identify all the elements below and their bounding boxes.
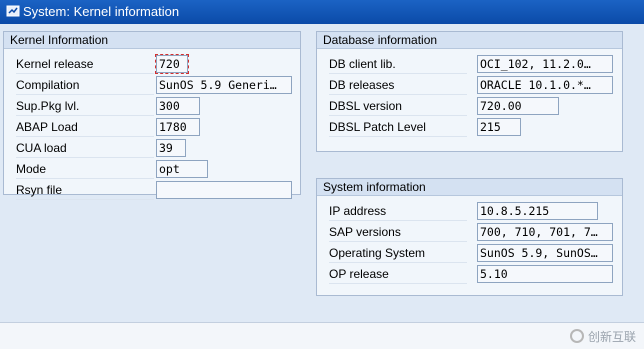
- sys-row-op-release: OP release 5.10: [317, 265, 622, 285]
- kernel-row-suppkg: Sup.Pkg lvl. 300: [4, 97, 300, 117]
- kernel-row-release: Kernel release 720: [4, 54, 300, 75]
- kernel-row-compilation: Compilation SunOS 5.9 Generi…: [4, 76, 300, 96]
- db-row-releases: DB releases ORACLE 10.1.0.*…: [317, 76, 622, 96]
- mode-label: Mode: [16, 160, 154, 179]
- sys-row-os: Operating System SunOS 5.9, SunOS…: [317, 244, 622, 264]
- dialog-footer: 创新互联: [0, 322, 644, 349]
- kernel-row-cuaload: CUA load 39: [4, 139, 300, 159]
- mode-field[interactable]: opt: [156, 160, 208, 178]
- database-info-heading: Database information: [317, 32, 622, 49]
- kernel-row-mode: Mode opt: [4, 160, 300, 180]
- database-info-group: Database information DB client lib. OCI_…: [316, 31, 623, 152]
- sys-row-sap-versions: SAP versions 700, 710, 701, 7…: [317, 223, 622, 243]
- db-row-dbsl-patch: DBSL Patch Level 215: [317, 118, 622, 138]
- sap-versions-field[interactable]: 700, 710, 701, 7…: [477, 223, 613, 241]
- system-info-group: System information IP address 10.8.5.215…: [316, 178, 623, 296]
- window-title: System: Kernel information: [23, 4, 180, 19]
- dbsl-patch-level-field[interactable]: 215: [477, 118, 521, 136]
- db-client-lib-label: DB client lib.: [329, 55, 467, 74]
- brand-text: 创新互联: [587, 329, 636, 344]
- kernel-release-field[interactable]: 720: [155, 54, 189, 74]
- sys-row-ip: IP address 10.8.5.215: [317, 202, 622, 222]
- compilation-field[interactable]: SunOS 5.9 Generi…: [156, 76, 292, 94]
- dbsl-version-label: DBSL version: [329, 97, 467, 116]
- cua-load-field[interactable]: 39: [156, 139, 186, 157]
- kernel-row-rsynfile: Rsyn file: [4, 181, 300, 201]
- compilation-label: Compilation: [16, 76, 154, 95]
- db-row-client-lib: DB client lib. OCI_102, 11.2.0…: [317, 55, 622, 75]
- dbsl-patch-level-label: DBSL Patch Level: [329, 118, 467, 137]
- db-releases-label: DB releases: [329, 76, 467, 95]
- kernel-row-abapload: ABAP Load 1780: [4, 118, 300, 138]
- cua-load-label: CUA load: [16, 139, 154, 158]
- window-titlebar: System: Kernel information: [0, 0, 644, 24]
- sap-window-icon: [6, 5, 20, 17]
- dbsl-version-field[interactable]: 720.00: [477, 97, 559, 115]
- watermark-brand: 创新互联: [569, 328, 636, 344]
- suppkg-field[interactable]: 300: [156, 97, 200, 115]
- ip-address-field[interactable]: 10.8.5.215: [477, 202, 598, 220]
- ip-address-label: IP address: [329, 202, 467, 221]
- db-releases-field[interactable]: ORACLE 10.1.0.*…: [477, 76, 613, 94]
- operating-system-label: Operating System: [329, 244, 467, 263]
- brand-logo-icon: [569, 329, 584, 343]
- rsyn-file-label: Rsyn file: [16, 181, 154, 200]
- db-row-dbsl-version: DBSL version 720.00: [317, 97, 622, 117]
- kernel-release-label: Kernel release: [16, 55, 154, 74]
- sap-versions-label: SAP versions: [329, 223, 467, 242]
- abap-load-label: ABAP Load: [16, 118, 154, 137]
- kernel-info-heading: Kernel Information: [4, 32, 300, 49]
- abap-load-field[interactable]: 1780: [156, 118, 200, 136]
- rsyn-file-field[interactable]: [156, 181, 292, 199]
- op-release-field[interactable]: 5.10: [477, 265, 613, 283]
- suppkg-label: Sup.Pkg lvl.: [16, 97, 154, 116]
- dialog-content: Kernel Information Kernel release 720 Co…: [0, 24, 644, 348]
- op-release-label: OP release: [329, 265, 467, 284]
- system-info-heading: System information: [317, 179, 622, 196]
- kernel-info-group: Kernel Information Kernel release 720 Co…: [3, 31, 301, 200]
- operating-system-field[interactable]: SunOS 5.9, SunOS…: [477, 244, 613, 262]
- db-client-lib-field[interactable]: OCI_102, 11.2.0…: [477, 55, 613, 73]
